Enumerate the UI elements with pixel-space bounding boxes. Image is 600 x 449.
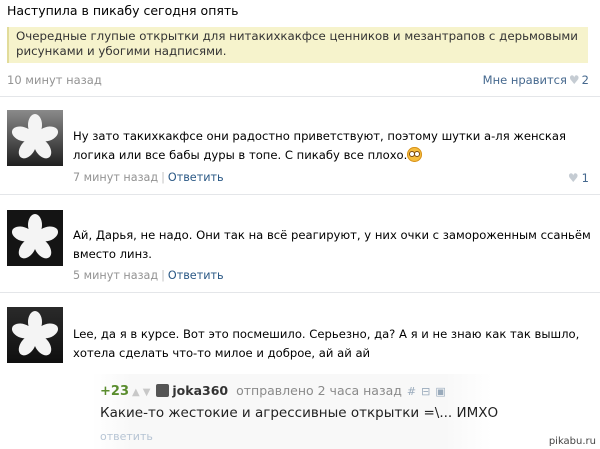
downvote-arrow-icon: ▼ — [142, 387, 151, 398]
pikabu-comment-text: Какие-то жестокие и агрессивные открытки… — [100, 405, 499, 421]
post-time[interactable]: 10 минут назад — [7, 73, 102, 87]
hash-link: # — [406, 385, 417, 398]
pikabu-comment-screenshot: +23 ▲ ▼ joka360 отправлено 2 часа назад # ⊟ ▣ … — [92, 374, 498, 449]
username: joka360 — [172, 383, 229, 398]
comment-meta: 7 минут назад | Ответить — [73, 171, 224, 184]
heart-icon: ♥ — [568, 73, 580, 87]
comment-text: Ну зато такихкакфсе они радостно приветс… — [73, 127, 593, 165]
comment-body: Ну зато такихкакфсе они радостно приветс… — [73, 129, 566, 162]
post-title: Наступила в пикабу сегодня опять — [7, 3, 239, 18]
asterisk-avatar-icon — [7, 307, 63, 363]
asterisk-avatar-icon — [7, 210, 63, 266]
rating-score: +23 — [100, 384, 129, 399]
like-label: Мне нравится — [482, 73, 567, 87]
collapse-icon: ⊟ — [421, 385, 431, 398]
pikabu-reply-link: ответить — [100, 430, 153, 443]
avatar[interactable] — [7, 110, 63, 166]
separator: | — [161, 171, 165, 184]
reply-button[interactable]: Ответить — [168, 269, 224, 282]
avatar[interactable] — [7, 210, 63, 266]
divider — [0, 96, 600, 97]
pikabu-comment-header: +23 ▲ ▼ joka360 отправлено 2 часа назад # ⊟ ▣ — [100, 383, 446, 399]
smirk-emoji-icon — [407, 147, 423, 162]
comment-like-button[interactable]: ♥ 1 — [568, 171, 589, 185]
post-like-button[interactable]: Мне нравится ♥ 2 — [483, 73, 589, 87]
save-icon: ▣ — [435, 385, 446, 398]
reply-button[interactable]: Ответить — [168, 171, 224, 184]
divider — [0, 292, 600, 293]
like-count: 1 — [581, 171, 589, 185]
asterisk-avatar-icon — [7, 110, 63, 166]
divider — [0, 194, 600, 195]
comment-time[interactable]: 7 минут назад — [73, 171, 158, 184]
comment-time[interactable]: 5 минут назад — [73, 269, 158, 282]
user-avatar-icon — [156, 384, 170, 397]
like-count: 2 — [581, 73, 589, 87]
separator: | — [161, 269, 165, 282]
avatar[interactable] — [7, 307, 63, 363]
post-quote: Очередные глупые открытки для нитакихкак… — [7, 27, 588, 63]
heart-icon: ♥ — [567, 171, 579, 185]
comment-text: Lee, да я в курсе. Вот это посмешило. Се… — [73, 327, 580, 360]
upvote-arrow-icon: ▲ — [131, 387, 140, 398]
comment-meta: 5 минут назад | Ответить — [73, 269, 224, 282]
posted-time: отправлено 2 часа назад — [236, 383, 402, 398]
comment-text: Ай, Дарья, не надо. Они так на всё реаги… — [73, 228, 591, 261]
watermark: pikabu.ru — [548, 436, 596, 447]
